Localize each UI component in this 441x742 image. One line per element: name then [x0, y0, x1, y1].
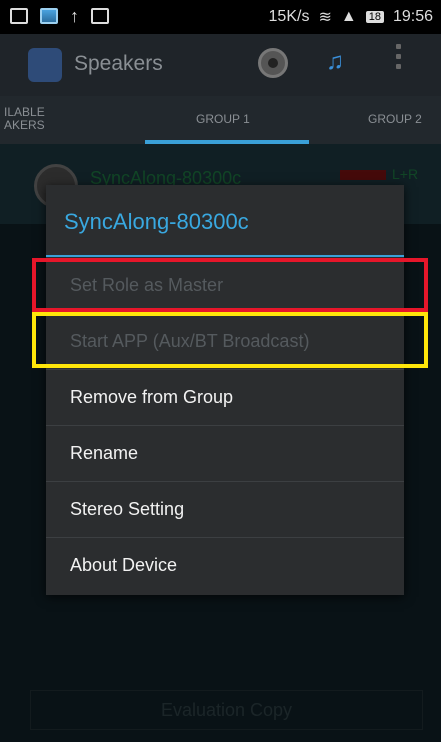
bag-icon — [91, 8, 109, 24]
clock: 19:56 — [392, 8, 433, 25]
menu-item-label: Stereo Setting — [70, 499, 185, 519]
image-icon — [40, 8, 58, 24]
highlight-box-yellow — [32, 312, 428, 368]
menu-item-stereo-setting[interactable]: Stereo Setting — [46, 482, 404, 538]
tab-available-speakers[interactable]: ILABLE AKERS — [4, 106, 64, 132]
menu-item-label: About Device — [70, 555, 178, 575]
notification-icons: ↑ — [10, 6, 109, 26]
menu-item-label: Rename — [70, 443, 139, 463]
context-menu-dialog: SyncAlong-80300c Set Role as Master Star… — [46, 185, 404, 595]
battery-icon: 18 — [365, 11, 384, 23]
tab-bar: ILABLE AKERS GROUP 1 GROUP 2 — [0, 96, 441, 144]
tab-group-1[interactable]: GROUP 1 — [196, 112, 250, 126]
signal-icon: ▲ — [340, 8, 357, 25]
menu-item-remove-from-group[interactable]: Remove from Group — [46, 370, 404, 426]
speaker-icon[interactable] — [258, 48, 288, 78]
menu-item-rename[interactable]: Rename — [46, 426, 404, 482]
highlight-box-red — [32, 258, 428, 312]
tab-group-2[interactable]: GROUP 2 — [368, 112, 422, 126]
network-speed: 15K/s — [268, 8, 310, 25]
menu-item-label: Remove from Group — [70, 387, 234, 407]
status-indicators: 15K/s ≋ ▲ 18 19:56 — [269, 7, 433, 27]
upload-icon: ↑ — [70, 6, 79, 26]
action-bar: Speakers ♫ — [0, 34, 441, 96]
app-icon[interactable] — [28, 48, 62, 82]
dialog-title: SyncAlong-80300c — [64, 209, 249, 234]
music-icon[interactable]: ♫ — [326, 48, 344, 76]
dialog-divider — [46, 255, 404, 257]
message-icon — [10, 8, 28, 24]
wifi-icon: ≋ — [318, 9, 332, 26]
menu-item-about-device[interactable]: About Device — [46, 538, 404, 594]
overflow-menu-icon[interactable] — [396, 44, 402, 69]
app-title: Speakers — [74, 52, 163, 75]
status-bar: ↑ 15K/s ≋ ▲ 18 19:56 — [0, 0, 441, 34]
